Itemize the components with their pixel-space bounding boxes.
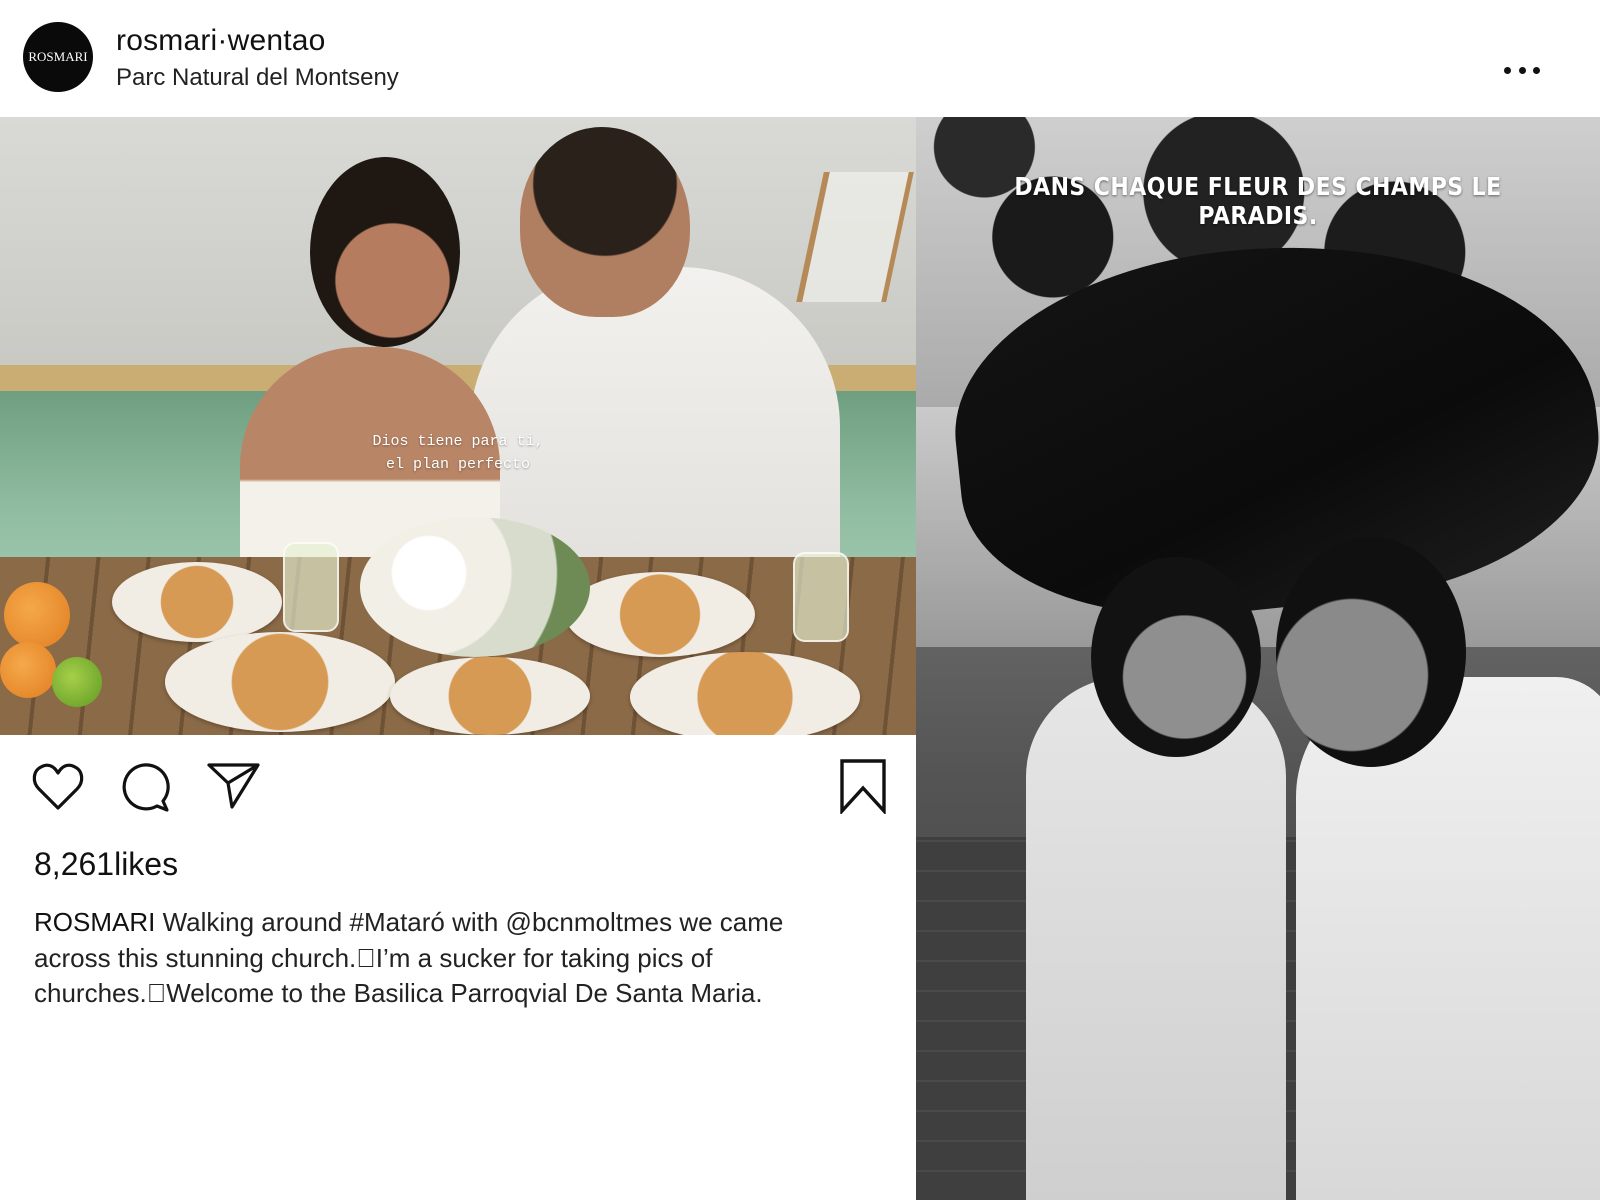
username-link[interactable]: rosmari·wentao	[116, 24, 326, 58]
photo-orange	[4, 582, 70, 648]
likes-label: likes	[114, 846, 179, 882]
more-dot	[1518, 66, 1526, 74]
heart-icon[interactable]	[31, 762, 85, 812]
photo-man-head	[1276, 537, 1466, 767]
overlay-line: Dios tiene para ti,	[372, 433, 544, 450]
post-actions	[0, 745, 916, 825]
photo-woman-head	[1091, 557, 1261, 757]
bookmark-icon[interactable]	[838, 758, 888, 814]
likes-number: 8,261	[34, 846, 115, 882]
photo-plate	[630, 652, 860, 735]
photo-overlay-headline: DANS CHAQUE FLEUR DES CHAMPS LE PARADIS.	[1014, 172, 1502, 230]
comment-icon[interactable]	[119, 761, 173, 815]
photo-plate	[112, 562, 282, 642]
overlay-line: el plan perfecto	[385, 456, 531, 473]
photo-plate	[565, 572, 755, 657]
photo-plate	[165, 632, 395, 732]
avatar-logo-text: ROSMARI	[28, 49, 88, 64]
photo-glass	[793, 552, 849, 642]
photo-overlay-text: Dios tiene para ti, el plan perfecto	[0, 430, 916, 476]
likes-count[interactable]: 8,261likes	[34, 846, 178, 883]
avatar[interactable]: ROSMARI	[23, 22, 93, 92]
more-options-icon[interactable]	[1504, 56, 1540, 84]
photo-woman-head	[310, 157, 460, 347]
send-icon[interactable]	[206, 761, 262, 811]
post-caption: ROSMARI Walking around #Mataró with @bcn…	[34, 905, 864, 1012]
location-link[interactable]: Parc Natural del Montseny	[116, 64, 399, 92]
photo-lime	[52, 657, 102, 707]
photo-orange	[0, 642, 56, 698]
photo-plate	[390, 657, 590, 735]
photo-woman-figure	[1026, 677, 1286, 1200]
post-header: ROSMARI rosmari·wentao Parc Natural del …	[0, 0, 1600, 117]
more-dot	[1504, 66, 1511, 74]
more-dot	[1533, 66, 1540, 74]
post-photo-dinner[interactable]: Dios tiene para ti, el plan perfecto	[0, 117, 916, 735]
caption-username[interactable]: ROSMARI	[34, 907, 155, 937]
photo-man-head	[520, 127, 690, 317]
post-photo-bw-couple[interactable]: DANS CHAQUE FLEUR DES CHAMPS LE PARADIS.	[916, 117, 1600, 1200]
photo-bouquet	[360, 517, 590, 657]
photo-glass	[283, 542, 339, 632]
